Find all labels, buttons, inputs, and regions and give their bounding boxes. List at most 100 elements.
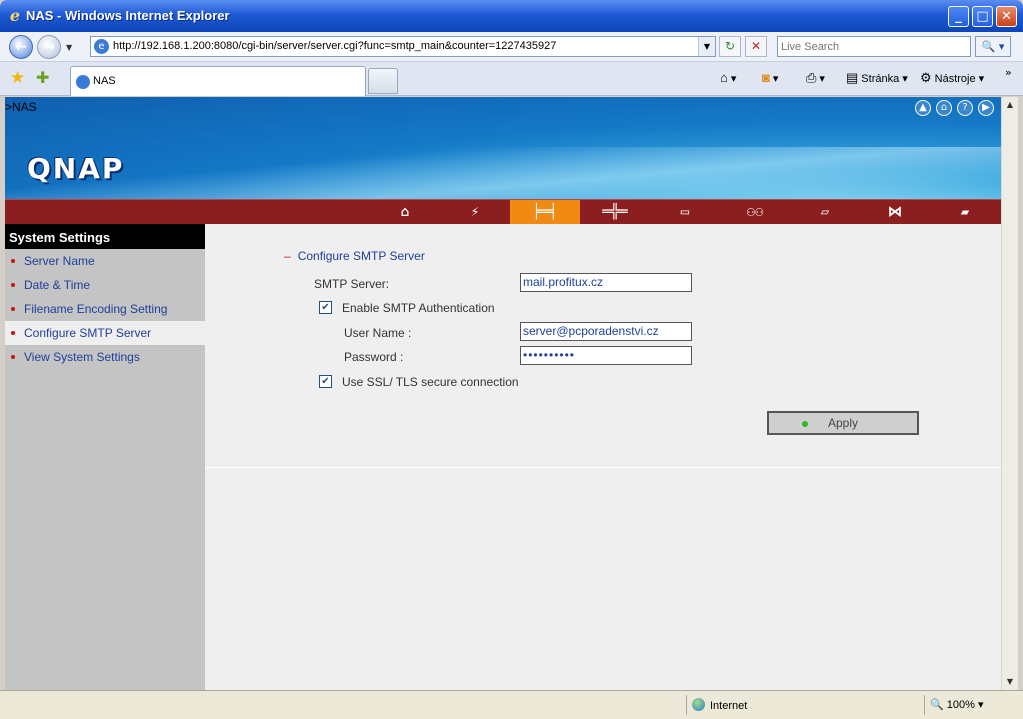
nav-system-tools-icon[interactable]: ╞═╡ xyxy=(510,200,580,225)
nav-folder-icon[interactable]: ▱ xyxy=(790,200,860,225)
sidebar-item-view-system-settings[interactable]: View System Settings xyxy=(5,345,205,369)
logout-arrow-icon[interactable]: ▶ xyxy=(978,100,994,116)
close-button[interactable]: ✕ xyxy=(996,6,1017,27)
page-menu-label: Stránka xyxy=(861,73,900,85)
tab-page-icon xyxy=(76,75,90,89)
smtp-form-panel: – Configure SMTP Server SMTP Server: mail… xyxy=(205,224,1001,690)
window-title-bar: e NAS - Windows Internet Explorer _ □ ✕ xyxy=(0,0,1023,32)
sidebar-item-label: View System Settings xyxy=(24,350,140,364)
address-toolbar: ← → ▼ e http://192.168.1.200:8080/cgi-bi… xyxy=(0,32,1023,62)
smtp-server-label: SMTP Server: xyxy=(314,277,390,291)
password-input[interactable]: •••••••••• xyxy=(520,346,692,365)
page-icon: e xyxy=(94,39,109,54)
home-icon[interactable]: ⌂ xyxy=(936,100,952,116)
back-button[interactable]: ← xyxy=(9,35,33,59)
smtp-auth-checkbox[interactable]: ✔ xyxy=(319,301,332,314)
zoom-control[interactable]: 🔍 100% ▾ xyxy=(930,698,983,711)
feeds-button[interactable]: ◙ ▾ xyxy=(762,70,778,85)
address-url[interactable]: http://192.168.1.200:8080/cgi-bin/server… xyxy=(113,40,556,52)
nav-network-icon[interactable]: ═╬═ xyxy=(580,200,650,225)
sidebar-item-filename-encoding[interactable]: Filename Encoding Setting xyxy=(5,297,205,321)
magnifier-icon: 🔍 xyxy=(930,699,944,711)
page-icon: ▤ xyxy=(846,70,859,85)
scroll-up-icon[interactable]: ▲ xyxy=(1002,97,1018,113)
sidebar-item-label: Date & Time xyxy=(24,278,91,292)
search-button[interactable]: 🔍 ▾ xyxy=(975,36,1011,57)
vertical-scrollbar[interactable]: ▲ ▼ xyxy=(1001,97,1018,690)
nav-home-icon[interactable]: ⌂ xyxy=(370,200,440,225)
help-icon[interactable]: ? xyxy=(957,100,973,116)
smtp-server-input[interactable]: mail.profitux.cz xyxy=(520,273,692,292)
nav-disk-icon[interactable]: ▭ xyxy=(650,200,720,225)
apply-button[interactable]: Apply xyxy=(767,411,919,435)
banner-wave-decoration xyxy=(5,147,1001,199)
zoom-level: 100% xyxy=(946,699,975,711)
recent-pages-dropdown-icon[interactable]: ▼ xyxy=(66,43,72,52)
toolbar-chevron-icon[interactable]: » xyxy=(1005,66,1012,79)
username-label: User Name : xyxy=(344,326,412,340)
tab-label: NAS xyxy=(93,75,116,87)
address-dropdown-icon[interactable]: ▼ xyxy=(698,37,715,56)
maximize-button[interactable]: □ xyxy=(972,6,993,27)
tab-nas[interactable]: NAS xyxy=(70,66,366,96)
bullet-icon xyxy=(11,259,15,263)
favorites-star-icon[interactable]: ★ xyxy=(10,68,25,88)
divider xyxy=(205,467,1001,468)
username-input[interactable]: server@pcporadenstvi.cz xyxy=(520,322,692,341)
bullet-icon xyxy=(11,307,15,311)
home-button[interactable]: ⌂ ▾ xyxy=(720,70,736,85)
ssl-checkbox[interactable]: ✔ xyxy=(319,375,332,388)
sidebar-item-label: Filename Encoding Setting xyxy=(24,302,168,316)
rss-icon: ◙ xyxy=(762,70,770,85)
collapse-icon[interactable]: – xyxy=(284,249,291,263)
forward-button[interactable]: → xyxy=(37,35,61,59)
ie-logo-icon: e xyxy=(9,6,21,25)
sidebar-item-server-name[interactable]: Server Name xyxy=(5,249,205,273)
security-zone[interactable]: Internet xyxy=(692,698,747,712)
nav-users-icon[interactable]: ⚇⚇ xyxy=(720,200,790,225)
print-button[interactable]: ⎙ ▾ xyxy=(806,70,825,86)
status-bar: Internet 🔍 100% ▾ xyxy=(0,690,1023,719)
globe-icon xyxy=(692,698,705,711)
password-label: Password : xyxy=(344,350,404,364)
divider xyxy=(924,695,925,715)
search-icon: 🔍 xyxy=(981,40,996,53)
section-title[interactable]: – Configure SMTP Server xyxy=(284,249,425,263)
home-icon: ⌂ xyxy=(720,70,728,85)
address-bar[interactable]: e http://192.168.1.200:8080/cgi-bin/serv… xyxy=(90,36,716,57)
nav-quick-config-icon[interactable]: ⚡ xyxy=(440,200,510,225)
bullet-icon xyxy=(11,283,15,287)
smtp-auth-label: Enable SMTP Authentication xyxy=(342,301,495,315)
refresh-button[interactable]: ↻ xyxy=(719,36,741,57)
minimize-button[interactable]: _ xyxy=(948,6,969,27)
sidebar-item-date-time[interactable]: Date & Time xyxy=(5,273,205,297)
new-tab-button[interactable] xyxy=(368,68,398,94)
tools-menu-label: Nástroje xyxy=(934,73,976,85)
main-nav-bar: ⌂ ⚡ ╞═╡ ═╬═ ▭ ⚇⚇ ▱ ⋈ ▰ xyxy=(5,199,1001,225)
divider xyxy=(686,695,687,715)
bullet-icon xyxy=(11,331,15,335)
bullet-icon xyxy=(11,355,15,359)
stop-button[interactable]: ✕ xyxy=(745,36,767,57)
apply-label: Apply xyxy=(827,416,859,430)
window-title: NAS - Windows Internet Explorer xyxy=(26,8,230,23)
tools-menu-button[interactable]: ⚙ Nástroje ▾ xyxy=(920,70,984,86)
search-box[interactable] xyxy=(777,36,971,57)
breadcrumb: >NAS xyxy=(5,100,37,114)
zone-label: Internet xyxy=(710,700,748,712)
qnap-banner: >NAS QNAP ▲ ⌂ ? ▶ xyxy=(5,97,1001,199)
sidebar: System Settings Server Name Date & Time … xyxy=(5,224,205,690)
search-input[interactable] xyxy=(778,37,966,56)
sidebar-item-configure-smtp[interactable]: Configure SMTP Server xyxy=(5,321,205,345)
nav-status-icon[interactable]: ▰ xyxy=(930,200,1000,225)
status-led-icon xyxy=(802,421,808,427)
scroll-down-icon[interactable]: ▼ xyxy=(1002,674,1018,690)
page-content: >NAS QNAP ▲ ⌂ ? ▶ ⌂ ⚡ ╞═╡ ═╬═ ▭ ⚇⚇ ▱ ⋈ ▰… xyxy=(5,97,1001,690)
nav-services-icon[interactable]: ⋈ xyxy=(860,200,930,225)
add-favorites-icon[interactable]: ✚ xyxy=(36,68,49,87)
printer-icon: ⎙ xyxy=(806,70,817,85)
tab-toolbar: ★ ✚ NAS ⌂ ▾ ◙ ▾ ⎙ ▾ ▤ Stránka ▾ ⚙ Nástroje ▾ … xyxy=(0,62,1023,96)
page-menu-button[interactable]: ▤ Stránka ▾ xyxy=(846,70,908,86)
section-title-text: Configure SMTP Server xyxy=(297,249,425,263)
up-arrow-icon[interactable]: ▲ xyxy=(915,100,931,116)
